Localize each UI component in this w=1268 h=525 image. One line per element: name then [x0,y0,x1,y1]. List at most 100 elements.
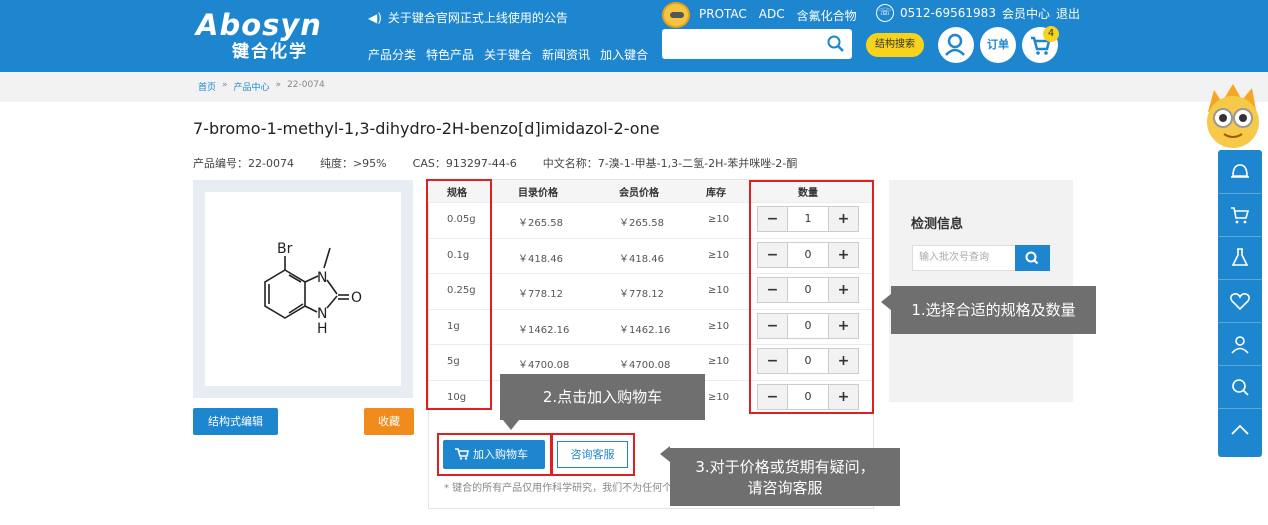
search-icon[interactable] [1228,375,1252,399]
cell-list-price: ￥778.12 [518,289,563,300]
cell-member-price: ￥4700.08 [619,360,671,371]
announcement-link[interactable]: ◀) 关于键合官网正式上线使用的公告 [368,9,568,26]
product-cas: CAS：913297-44-6 [412,157,517,170]
product-code: 产品编号：22-0074 [193,157,294,170]
logo-text: Abosyn [196,8,322,42]
cell-list-price: ￥265.58 [518,218,563,229]
structure-label-br: Br [277,241,293,257]
toplink-fluorine[interactable]: 含氟化合物 [797,7,857,24]
order-button[interactable]: 订单 [980,27,1016,63]
quantity-highlight [749,180,874,414]
nav-item-join[interactable]: 加入键合 [600,46,648,63]
cell-list-price: ￥1462.16 [518,324,570,336]
detection-title: 检测信息 [911,217,964,232]
callout-step2: 2.点击加入购物车 [500,374,705,420]
structure-label-nh: N [317,306,327,322]
structure-search-button[interactable]: 结构搜索 [866,33,924,57]
user-icon[interactable] [1228,332,1252,356]
side-divider [1218,236,1262,237]
chevron-up-icon[interactable] [1228,418,1252,442]
cell-member-price: ￥265.58 [619,218,664,229]
structure-edit-button[interactable]: 结构式编辑 [193,408,278,435]
nav-item-featured[interactable]: 特色产品 [426,46,474,63]
batch-search-input[interactable]: 输入批次号查询 [912,245,1016,271]
toplink-protac[interactable]: PROTAC [699,7,747,24]
nav-item-news[interactable]: 新闻资讯 [542,46,590,63]
col-stock: 库存 [706,188,726,199]
speaker-icon: ◀) [368,11,382,25]
side-divider [1218,279,1262,280]
mascot-icon [1207,84,1259,148]
callout-arrow [881,294,891,310]
col-member-price: 会员价格 [619,188,659,199]
favorite-button[interactable]: 收藏 [364,408,414,435]
cell-stock: ≥10 [708,249,730,261]
cell-list-price: ￥418.46 [518,253,563,265]
main-nav: 产品分类 特色产品 关于键合 新闻资讯 加入键合 [368,46,648,63]
logout-link[interactable]: 退出 [1056,5,1080,22]
logo-subtext: 键合化学 [232,42,308,62]
side-divider [1218,193,1262,194]
cell-member-price: ￥418.46 [619,253,664,265]
user-icon[interactable] [938,27,974,63]
breadcrumb-separator: » [275,80,282,90]
search-icon [1025,251,1039,265]
batch-search-button[interactable] [1015,245,1050,271]
heart-icon[interactable] [1228,289,1252,313]
side-divider [1218,322,1262,323]
callout-step3-line1: 3.对于价格或货期有疑问， [695,458,875,476]
callout-step1: 1.选择合适的规格及数量 [891,286,1096,334]
member-center-link[interactable]: 会员中心 [1002,5,1050,22]
breadcrumb-home[interactable]: 首页 [198,80,216,93]
breadcrumb-current: 22-0074 [287,80,325,90]
cart-icon[interactable] [1228,203,1252,227]
top-links: PROTAC ADC 含氟化合物 [699,7,857,24]
product-meta: 产品编号：22-0074 纯度：>95% CAS：913297-44-6 中文名… [193,155,797,171]
chat-icon[interactable] [1228,160,1252,184]
cell-stock: ≥10 [708,214,730,225]
cell-list-price: ￥4700.08 [518,360,570,371]
search-input[interactable] [662,29,852,59]
add-to-cart-label: 加入购物车 [473,448,528,461]
breadcrumb-separator: » [222,80,228,90]
site-logo[interactable]: Abosyn 键合化学 [196,8,326,68]
breadcrumb-products[interactable]: 产品中心 [234,80,270,93]
structure-label-h: H [317,321,328,337]
flask-icon[interactable] [1228,246,1252,270]
add-to-cart-button[interactable]: 加入购物车 [443,440,545,469]
cell-stock: ≥10 [708,391,730,403]
callout-step3: 3.对于价格或货期有疑问， 请咨询客服 [670,448,900,506]
callout-arrow [660,446,670,462]
search-icon[interactable] [826,34,846,54]
breadcrumb: 首页 » 产品中心 » 22-0074 [198,80,325,93]
cart-icon [455,448,469,460]
breadcrumb-bar [0,72,1268,102]
cell-member-price: ￥1462.16 [619,324,671,336]
product-cn-name: 中文名称：7-溴-1-甲基-1,3-二氢-2H-苯并咪唑-2-酮 [542,157,798,170]
cell-stock: ≥10 [708,285,730,296]
side-divider [1218,408,1262,409]
callout-arrow [503,420,519,430]
structure-image: Br N N H O [205,192,401,386]
cart-count-badge: 4 [1043,26,1059,42]
product-purity: 纯度：>95% [319,157,387,170]
side-divider [1218,365,1262,366]
phone-icon: ☏ [876,4,894,22]
product-title: 7-bromo-1-methyl-1,3-dihydro-2H-benzo[d]… [193,119,660,138]
nav-item-categories[interactable]: 产品分类 [368,46,416,63]
mascot-icon [662,2,690,28]
structure-label-o: O [351,290,362,306]
callout-step3-line2: 请咨询客服 [747,479,823,497]
cell-member-price: ￥778.12 [619,289,664,300]
toplink-adc[interactable]: ADC [759,7,785,24]
spec-highlight [426,179,492,410]
phone-number: 0512-69561983 [900,6,996,20]
col-list-price: 目录价格 [518,188,558,199]
cell-stock: ≥10 [708,356,730,367]
structure-label-n: N [317,270,327,286]
announcement-text: 关于键合官网正式上线使用的公告 [387,11,568,25]
nav-item-about[interactable]: 关于键合 [484,46,532,63]
contact-bar: ☏ 0512-69561983 会员中心 退出 [876,4,1080,22]
cell-stock: ≥10 [708,320,730,332]
consult-service-button[interactable]: 咨询客服 [557,441,628,468]
